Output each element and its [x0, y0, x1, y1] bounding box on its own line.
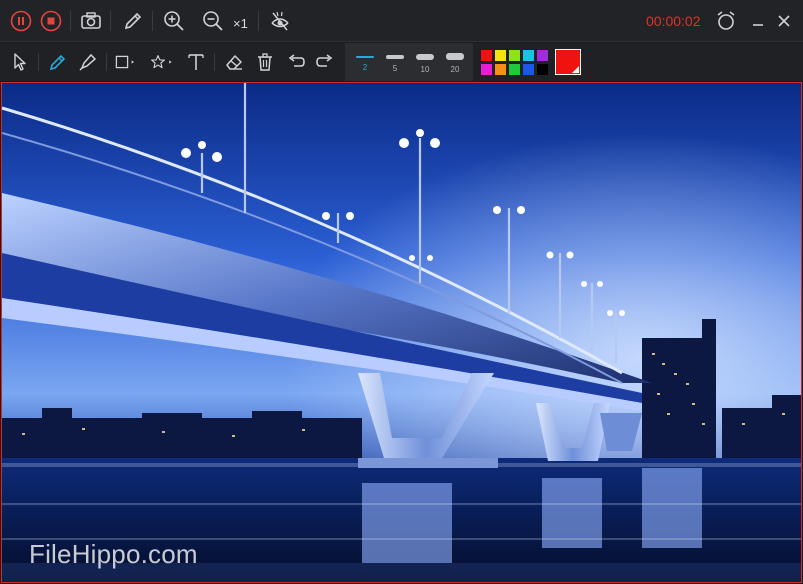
pause-record-icon[interactable]: [9, 9, 33, 33]
pen-icon[interactable]: [46, 50, 70, 74]
divider: [70, 11, 71, 31]
highlighter-icon[interactable]: [76, 50, 100, 74]
rectangle-icon[interactable]: [114, 50, 138, 74]
brush-size-5[interactable]: 5: [383, 50, 407, 78]
text-icon[interactable]: [184, 50, 208, 74]
minimize-icon[interactable]: [746, 9, 770, 33]
divider: [110, 11, 111, 31]
trash-icon[interactable]: [253, 50, 277, 74]
divider: [106, 53, 107, 71]
brush-size-label: 10: [420, 65, 430, 74]
capture-canvas[interactable]: FileHippo.com: [1, 82, 802, 583]
divider: [214, 53, 215, 71]
brush-size-panel: 2 5 10 20: [345, 43, 473, 81]
color-swatch[interactable]: [523, 50, 534, 61]
zoom-in-icon[interactable]: [162, 9, 186, 33]
zoom-out-icon[interactable]: [201, 9, 225, 33]
color-swatch[interactable]: [523, 64, 534, 75]
color-swatch[interactable]: [481, 64, 492, 75]
redo-icon[interactable]: [313, 50, 337, 74]
zoom-level-label: ×1: [233, 16, 248, 31]
close-icon[interactable]: [772, 9, 796, 33]
color-swatch[interactable]: [481, 50, 492, 61]
select-arrow-icon[interactable]: [8, 50, 32, 74]
divider: [38, 53, 39, 71]
brush-size-20[interactable]: 20: [443, 50, 467, 78]
title-toolbar: ×1 00:00:02: [0, 0, 803, 42]
hide-icon[interactable]: [268, 9, 292, 33]
color-swatch[interactable]: [495, 50, 506, 61]
bridge-night-photo: [2, 83, 801, 582]
brush-size-label: 2: [362, 63, 368, 72]
recording-timer: 00:00:02: [646, 13, 701, 29]
brush-size-2[interactable]: 2: [353, 50, 377, 78]
drawing-toolbar: 2 5 10 20: [0, 43, 803, 81]
current-color-swatch[interactable]: [555, 49, 581, 75]
brush-size-label: 20: [450, 65, 460, 74]
divider: [152, 11, 153, 31]
pencil-icon[interactable]: [121, 9, 145, 33]
undo-icon[interactable]: [284, 50, 308, 74]
divider: [258, 11, 259, 31]
stop-record-icon[interactable]: [39, 9, 63, 33]
color-palette: [480, 49, 550, 75]
camera-icon[interactable]: [79, 9, 103, 33]
brush-size-10[interactable]: 10: [413, 50, 437, 78]
star-icon[interactable]: [150, 50, 174, 74]
color-swatch[interactable]: [509, 64, 520, 75]
brush-size-label: 5: [392, 64, 398, 73]
color-swatch[interactable]: [495, 64, 506, 75]
watermark-text: FileHippo.com: [29, 539, 198, 569]
eraser-icon[interactable]: [222, 50, 246, 74]
color-swatch[interactable]: [537, 64, 548, 75]
color-swatch[interactable]: [509, 50, 520, 61]
color-swatch[interactable]: [537, 50, 548, 61]
alarm-clock-icon[interactable]: [714, 9, 738, 33]
